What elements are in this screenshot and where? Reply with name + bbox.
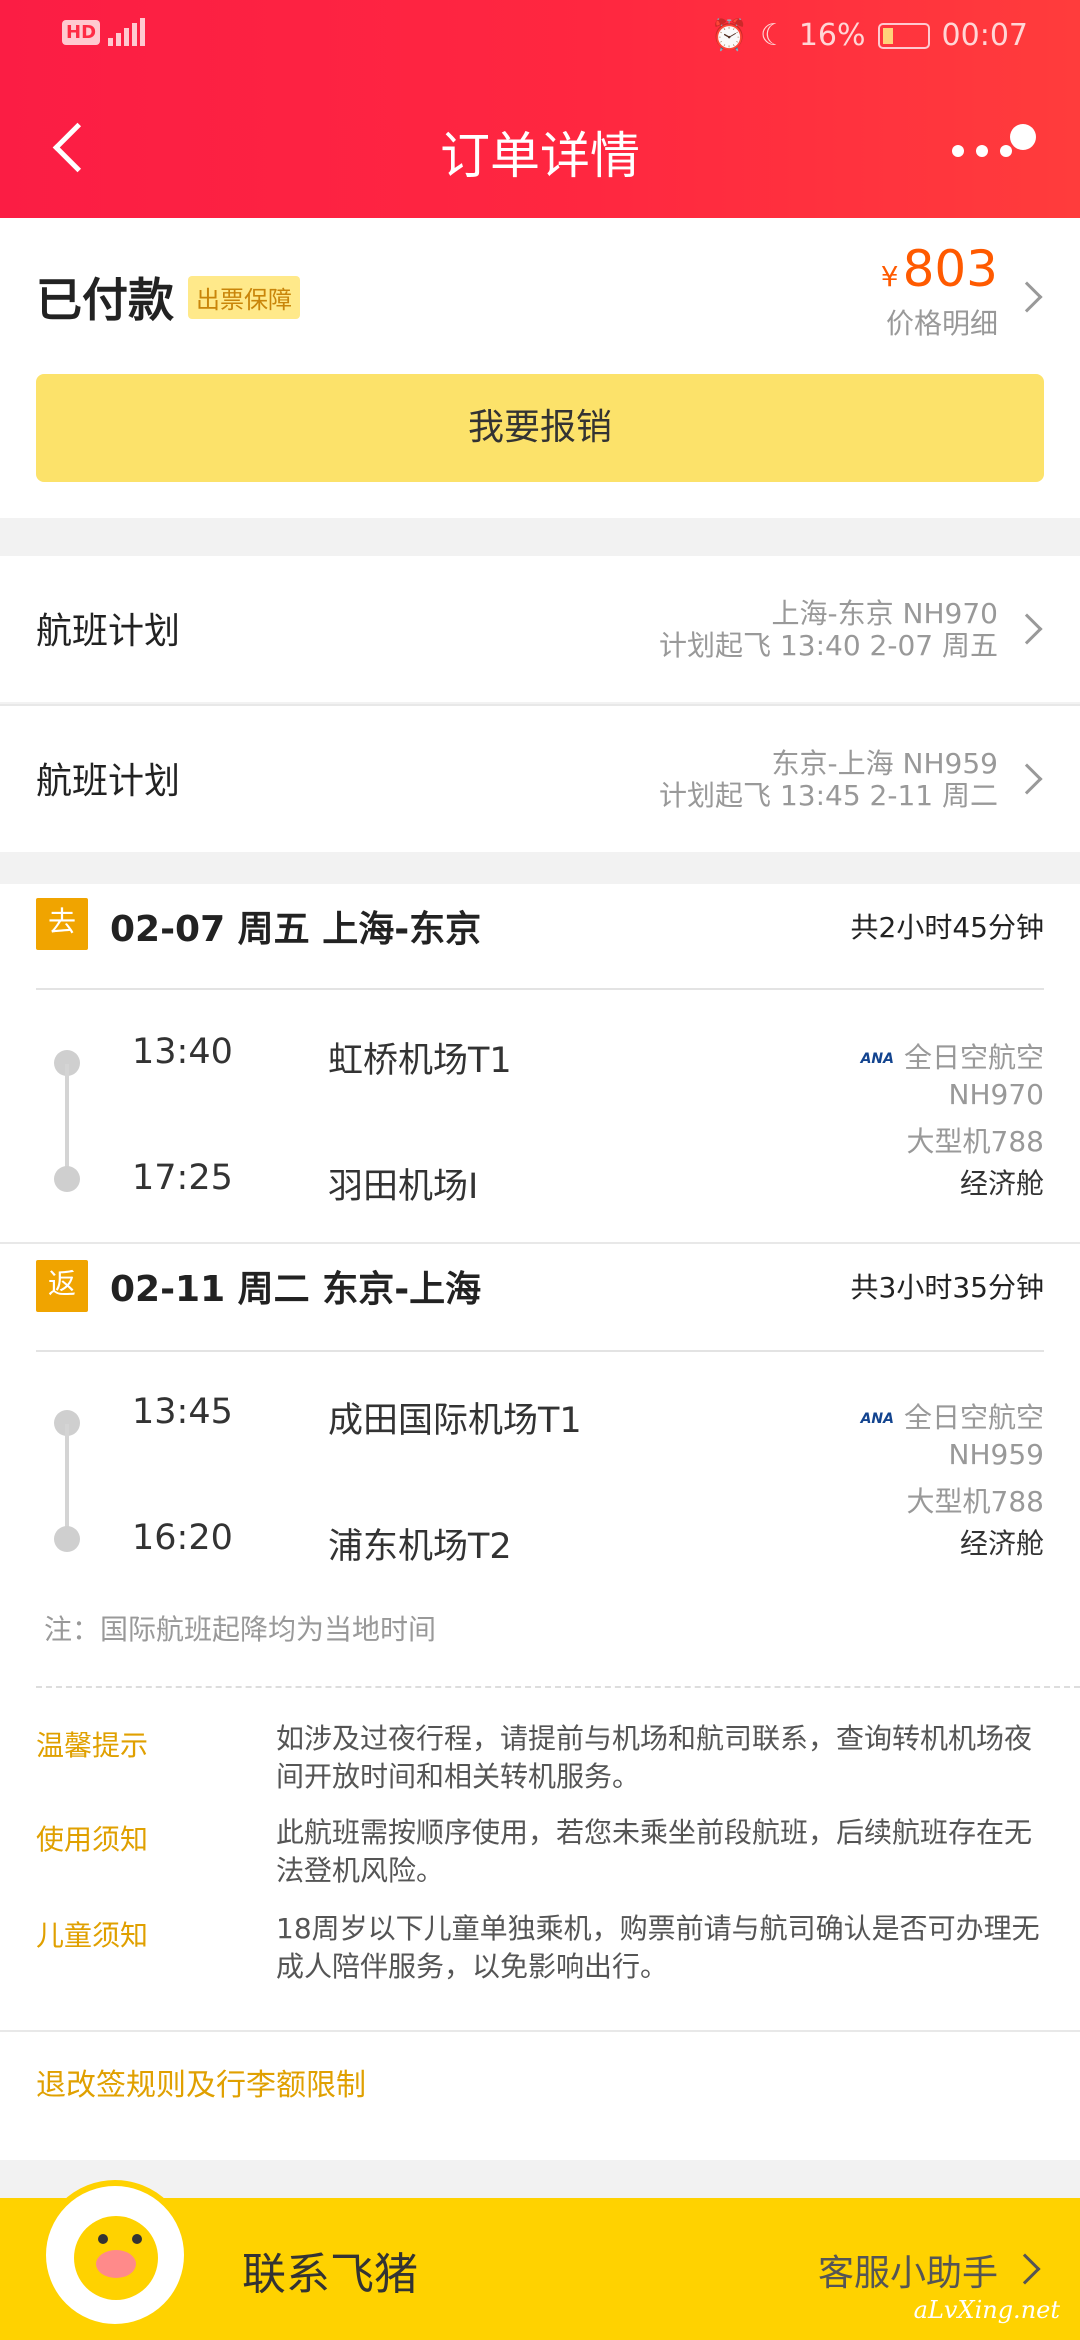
status-left: HD [62,18,146,46]
more-dot [1000,145,1012,157]
leg-duration: 共2小时45分钟 [850,911,1044,944]
contact-fliggy-button[interactable]: 联系飞猪 [242,2238,418,2302]
tip-label: 儿童须知 [36,1919,149,1952]
leg-title: 02-07 周五 上海-东京 [110,909,482,950]
tip-label: 温馨提示 [36,1729,149,1762]
tip-text: 18周岁以下儿童单独乘机，购票前请与航司确认是否可办理无成人陪伴服务，以免影响出… [276,1912,1040,1983]
departure-time: 13:45 [132,1392,233,1432]
leg-duration: 共3小时35分钟 [850,1271,1044,1304]
return-badge: 返 [36,1260,88,1312]
page-title: 订单详情 [440,127,640,185]
airline-name: 全日空航空 [903,1401,1044,1434]
flight-plan-schedule: 计划起飞 13:40 2-07 周五 [659,629,998,662]
mascot-nose [96,2250,136,2278]
divider [36,1350,1044,1352]
divider [0,2030,1080,2032]
airline: ANA 全日空航空 [861,1036,1044,1076]
mascot-eye [98,2234,108,2244]
price-value: 803 [902,240,998,298]
mascot-eye [132,2234,142,2244]
timeline-line [65,1424,69,1534]
airline: ANA 全日空航空 [861,1396,1044,1436]
order-price[interactable]: ¥803 [881,240,998,298]
cabin-class: 经济舱 [959,1167,1044,1200]
arrival-dot [54,1526,80,1552]
arrival-time: 16:20 [132,1518,233,1558]
departure-airport: 成田国际机场T1 [328,1401,582,1441]
ana-logo-icon: ANA [860,1411,894,1427]
flight-plan-label: 航班计划 [36,611,181,652]
arrival-dot [54,1166,80,1192]
arrival-airport: 羽田机场I [328,1167,479,1207]
outbound-badge: 去 [36,898,88,950]
notification-badge [1010,124,1036,150]
cabin-class: 经济舱 [959,1527,1044,1560]
order-detail-page: HD ⏰ ☾ 16% 00:07 订单详情 已付款 出票保障 ¥803 价格明细… [0,0,1080,2340]
battery-percent: 16% [798,18,866,53]
moon-icon: ☾ [759,18,787,53]
departure-airport: 虹桥机场T1 [328,1041,512,1081]
leg-title: 02-11 周二 东京-上海 [110,1269,482,1310]
local-time-note: 注：国际航班起降均为当地时间 [44,1613,437,1646]
flight-number: NH970 [948,1078,1044,1111]
ana-logo-icon: ANA [860,1051,894,1067]
alarm-icon: ⏰ [710,18,748,53]
tip-text: 此航班需按顺序使用，若您未乘坐前段航班，后续航班存在无法登机风险。 [276,1816,1033,1887]
more-menu-icon[interactable] [946,118,1036,178]
divider [36,988,1044,990]
currency-symbol: ¥ [880,260,899,293]
flight-number: NH959 [948,1438,1044,1471]
timeline-line [65,1064,69,1174]
status-right: ⏰ ☾ 16% 00:07 [711,18,1028,53]
aircraft-type: 大型机788 [906,1125,1044,1158]
header: HD ⏰ ☾ 16% 00:07 订单详情 [0,0,1080,218]
signal-icon [108,18,146,46]
flight-plan-label: 航班计划 [36,761,181,802]
status-bar: HD ⏰ ☾ 16% 00:07 [0,0,1080,74]
tip-text: 如涉及过夜行程，请提前与机场和航司联系，查询转机机场夜间开放时间和相关转机服务。 [276,1722,1033,1793]
airline-name: 全日空航空 [903,1041,1044,1074]
watermark: aLvXing.net [913,2296,1060,2324]
refund-rules-link[interactable]: 退改签规则及行李额限制 [36,2060,366,2104]
more-dot [952,145,964,157]
fliggy-mascot-avatar[interactable] [40,2180,190,2330]
tip-label: 使用须知 [36,1823,149,1856]
arrival-time: 17:25 [132,1158,233,1198]
customer-service-link[interactable]: 客服小助手 [818,2244,998,2296]
price-detail-link[interactable]: 价格明细 [886,302,998,342]
arrival-airport: 浦东机场T2 [328,1527,512,1567]
hd-icon: HD [62,19,101,45]
divider [0,1242,1080,1244]
order-status: 已付款 [36,273,174,327]
reimburse-button[interactable]: 我要报销 [36,374,1044,482]
departure-time: 13:40 [132,1032,233,1072]
clock: 00:07 [941,18,1028,53]
battery-icon [877,22,930,49]
dashed-divider [36,1686,1080,1688]
aircraft-type: 大型机788 [906,1485,1044,1518]
flight-plan-schedule: 计划起飞 13:45 2-11 周二 [659,779,998,812]
ticket-guarantee-badge: 出票保障 [188,276,300,319]
more-dot [976,145,988,157]
